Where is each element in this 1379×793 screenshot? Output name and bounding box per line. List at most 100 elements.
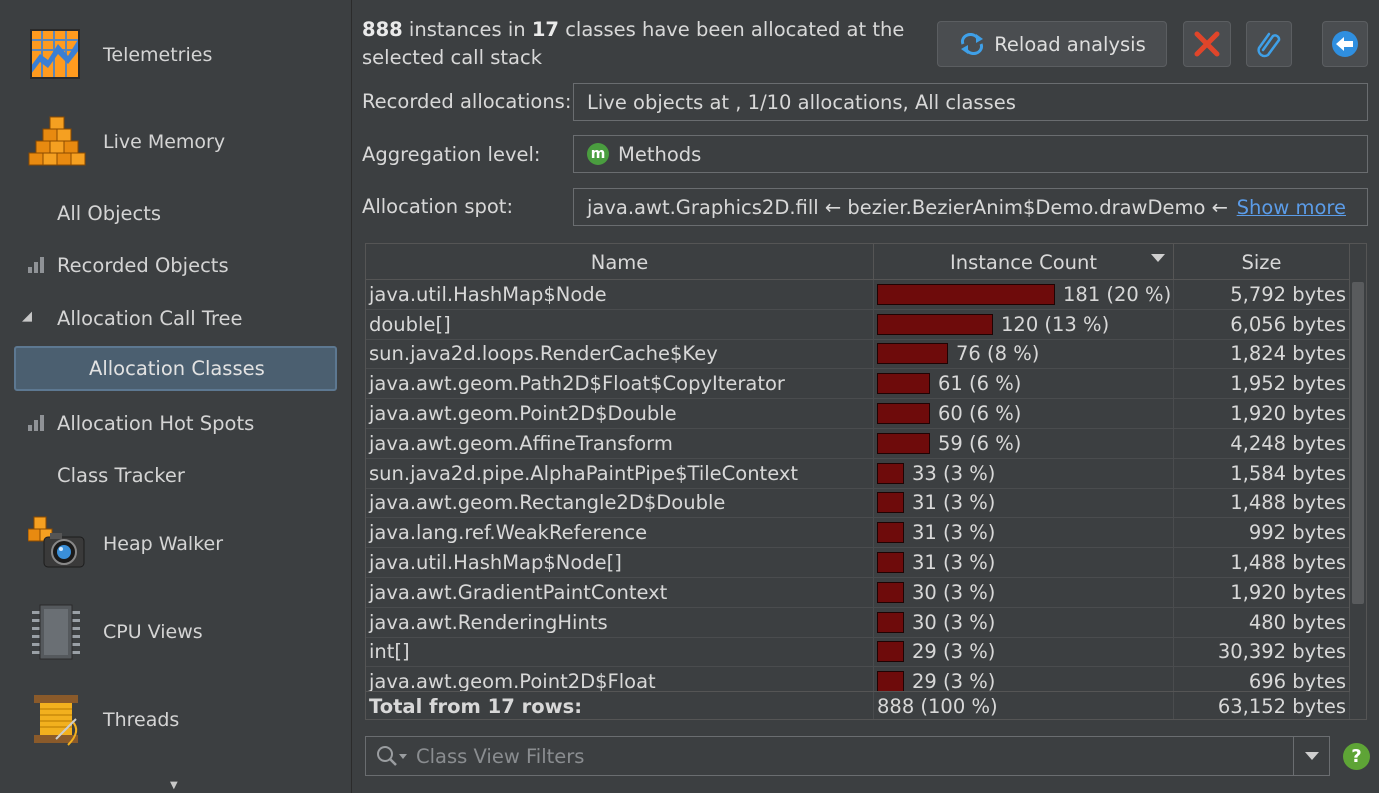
class-view-filter-input[interactable] <box>412 737 1293 775</box>
instance-count-cell: 76 (8 %) <box>874 339 1174 369</box>
search-icon <box>377 746 407 766</box>
instance-count-cell: 31 (3 %) <box>874 548 1174 577</box>
size-cell: 480 bytes <box>1174 607 1350 637</box>
nav-telemetries[interactable]: Telemetries <box>28 25 212 85</box>
back-button[interactable] <box>1322 21 1368 67</box>
table-row[interactable]: java.util.HashMap$Node 181 (20 %) 5,792 by… <box>366 280 1350 310</box>
table-row[interactable]: java.awt.geom.Rectangle2D$Double 31 (3 %)… <box>366 488 1350 519</box>
column-instance-count[interactable]: Instance Count <box>874 244 1174 280</box>
instance-count-text: 888 <box>362 18 403 41</box>
table-row[interactable]: java.util.HashMap$Node[] 31 (3 %) 1,488 by… <box>366 548 1350 578</box>
class-name-cell: sun.java2d.pipe.AlphaPaintPipe$TileConte… <box>366 458 874 488</box>
method-m-icon: m <box>587 143 609 165</box>
nav-recorded-objects[interactable]: Recorded Objects <box>57 250 229 280</box>
hot-spots-bars-icon <box>28 415 44 431</box>
table-row[interactable]: java.awt.geom.Point2D$Double 60 (6 %) 1,92… <box>366 399 1350 429</box>
size-cell: 5,792 bytes <box>1174 280 1350 309</box>
nav-all-objects[interactable]: All Objects <box>57 198 161 228</box>
nav-live-memory-label: Live Memory <box>103 131 226 153</box>
recorded-allocations-value: Live objects at , 1/10 allocations, All … <box>587 90 1016 114</box>
chevron-down-icon <box>1304 752 1319 760</box>
instance-count-text: 30 (3 %) <box>912 580 996 604</box>
table-row[interactable]: java.awt.RenderingHints 30 (3 %) 480 bytes <box>366 607 1350 638</box>
allocation-classes-table: Name Instance Count Size java.util.HashM… <box>365 243 1367 720</box>
instance-count-text: 120 (13 %) <box>1001 312 1110 336</box>
nav-allocation-call-tree[interactable]: Allocation Call Tree <box>57 303 243 333</box>
show-more-link[interactable]: Show more <box>1230 195 1346 219</box>
nav-recorded-objects-label: Recorded Objects <box>57 253 229 277</box>
table-row[interactable]: java.lang.ref.WeakReference 31 (3 %) 992 b… <box>366 518 1350 549</box>
recorded-allocations-field[interactable]: Live objects at , 1/10 allocations, All … <box>573 83 1368 121</box>
table-row[interactable]: sun.java2d.pipe.AlphaPaintPipe$TileConte… <box>366 458 1350 489</box>
sidebar: Telemetries Live Memory All Objects Reco… <box>0 0 352 793</box>
size-cell: 992 bytes <box>1174 518 1350 548</box>
instance-count-text: 31 (3 %) <box>912 491 996 515</box>
table-row[interactable]: java.awt.geom.AffineTransform 59 (6 %) 4,2… <box>366 428 1350 459</box>
help-icon: ? <box>1351 746 1362 767</box>
size-cell: 1,488 bytes <box>1174 488 1350 518</box>
table-row[interactable]: double[] 120 (13 %) 6,056 bytes <box>366 309 1350 340</box>
total-count: 888 (100 %) <box>874 692 1174 719</box>
instance-count-bar <box>877 522 904 544</box>
class-name-cell: double[] <box>366 309 874 339</box>
size-cell: 30,392 bytes <box>1174 637 1350 667</box>
filter-dropdown-button[interactable] <box>1293 737 1329 775</box>
table-row[interactable]: java.awt.geom.Path2D$Float$CopyIterator 6… <box>366 369 1350 400</box>
allocation-spot-label: Allocation spot: <box>362 195 514 218</box>
nav-cpu-views[interactable]: CPU Views <box>28 602 203 662</box>
table-scrollbar[interactable] <box>1349 280 1366 691</box>
instance-count-cell: 61 (6 %) <box>874 369 1174 399</box>
telemetries-icon <box>28 26 86 84</box>
nav-allocation-hot-spots[interactable]: Allocation Hot Spots <box>57 408 254 438</box>
size-cell: 4,248 bytes <box>1174 428 1350 458</box>
size-cell: 1,952 bytes <box>1174 369 1350 399</box>
table-row[interactable]: java.awt.geom.Point2D$Float 29 (3 %) 696 b… <box>366 667 1350 691</box>
table-row[interactable]: java.awt.GradientPaintContext 30 (3 %) 1,9… <box>366 577 1350 608</box>
attach-button[interactable] <box>1246 21 1292 67</box>
size-cell: 1,824 bytes <box>1174 339 1350 369</box>
cpu-chip-icon <box>28 603 86 661</box>
allocation-spot-value: java.awt.Graphics2D.fill ← bezier.Bezier… <box>587 195 1247 219</box>
reload-analysis-button[interactable]: Reload analysis <box>937 21 1167 67</box>
class-name-cell: java.awt.GradientPaintContext <box>366 577 874 607</box>
sidebar-scroll-down-icon[interactable]: ▼ <box>170 780 178 791</box>
column-size-label: Size <box>1241 250 1282 274</box>
instance-count-bar <box>877 283 1055 305</box>
aggregation-level-value: Methods <box>618 142 702 166</box>
instance-count-text: 30 (3 %) <box>912 610 996 634</box>
delete-button[interactable] <box>1183 21 1231 67</box>
column-name[interactable]: Name <box>366 244 874 280</box>
back-arrow-icon <box>1332 31 1358 57</box>
column-size[interactable]: Size <box>1174 244 1350 280</box>
aggregation-level-field[interactable]: m Methods <box>573 135 1368 173</box>
class-name-cell: java.util.HashMap$Node <box>366 280 874 309</box>
size-cell: 1,920 bytes <box>1174 399 1350 428</box>
instance-count-bar <box>877 671 904 691</box>
instance-count-bar <box>877 492 904 514</box>
nav-allocation-call-tree-label: Allocation Call Tree <box>57 306 243 330</box>
instance-count-cell: 29 (3 %) <box>874 637 1174 667</box>
scrollbar-thumb[interactable] <box>1352 282 1364 604</box>
table-row[interactable]: sun.java2d.loops.RenderCache$Key 76 (8 %)… <box>366 339 1350 370</box>
red-x-icon <box>1194 31 1220 57</box>
instance-count-bar <box>877 611 904 633</box>
nav-heap-walker[interactable]: Heap Walker <box>27 514 223 574</box>
instance-count-cell: 181 (20 %) <box>874 280 1174 309</box>
instance-count-text: 29 (3 %) <box>912 640 996 664</box>
collapse-triangle-icon[interactable]: ◢ <box>22 309 32 324</box>
nav-class-tracker[interactable]: Class Tracker <box>57 460 185 490</box>
nav-live-memory[interactable]: Live Memory <box>28 112 225 172</box>
instance-count-text: 31 (3 %) <box>912 551 996 575</box>
instance-count-bar <box>877 403 930 425</box>
nav-threads[interactable]: Threads <box>28 690 179 750</box>
table-row[interactable]: int[] 29 (3 %) 30,392 bytes <box>366 637 1350 668</box>
instance-count-bar <box>877 462 904 484</box>
help-button[interactable]: ? <box>1343 743 1370 770</box>
table-total-row: Total from 17 rows: 888 (100 %) 63,152 b… <box>366 691 1350 719</box>
class-count-text: 17 <box>531 18 559 41</box>
nav-allocation-classes-selected[interactable]: Allocation Classes <box>14 346 337 391</box>
reload-icon <box>961 33 984 55</box>
instance-count-cell: 31 (3 %) <box>874 518 1174 548</box>
instance-count-cell: 60 (6 %) <box>874 399 1174 428</box>
class-name-cell: java.awt.geom.Path2D$Float$CopyIterator <box>366 369 874 399</box>
